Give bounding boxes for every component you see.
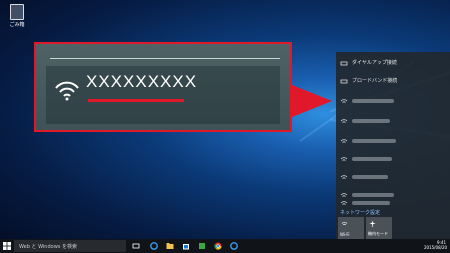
- recycle-bin-label: ごみ箱: [9, 22, 25, 28]
- task-view-icon[interactable]: [132, 242, 140, 250]
- wifi-tile-label: Wi-Fi: [340, 232, 350, 237]
- wifi-network-item[interactable]: [336, 92, 450, 111]
- wifi-icon: [55, 81, 79, 101]
- redacted-ssid: [352, 99, 394, 103]
- network-flyout: ダイヤルアップ接続 ブロードバンド接続 ネットワーク設定 Wi-Fi 機内モード: [336, 52, 450, 239]
- store-icon[interactable]: [182, 242, 190, 250]
- network-ssid: XXXXXXXXX: [86, 72, 198, 91]
- wifi-network-item[interactable]: [336, 132, 450, 151]
- clock-date: 2015/08/20: [424, 245, 448, 250]
- wifi-network-item[interactable]: [336, 168, 450, 187]
- wifi-icon: [341, 221, 348, 226]
- ssid-underline: [88, 99, 184, 102]
- wifi-network-item[interactable]: [336, 150, 450, 169]
- dialup-icon: [340, 79, 348, 84]
- edge-icon[interactable]: [150, 242, 158, 250]
- recycle-bin-icon: [10, 4, 24, 20]
- search-placeholder: Web と Windows を検索: [19, 244, 77, 250]
- file-explorer-icon[interactable]: [166, 242, 174, 250]
- app-icon[interactable]: [198, 242, 206, 250]
- dialup-icon: [340, 61, 348, 66]
- wifi-icon: [340, 201, 348, 205]
- pointer-arrow: [292, 85, 332, 117]
- airplane-mode-tile[interactable]: 機内モード: [366, 217, 392, 239]
- edge-icon[interactable]: [230, 242, 238, 250]
- redacted-ssid: [352, 201, 390, 205]
- network-settings-link[interactable]: ネットワーク設定: [340, 209, 380, 216]
- chrome-icon[interactable]: [214, 242, 222, 250]
- redacted-ssid: [352, 193, 394, 197]
- wifi-icon: [340, 99, 348, 103]
- wifi-icon: [340, 175, 348, 179]
- redacted-ssid: [352, 175, 388, 179]
- wifi-icon: [340, 157, 348, 161]
- redacted-ssid: [352, 157, 392, 161]
- airplane-mode-label: 機内モード: [368, 231, 388, 236]
- network-label: ブロードバンド接続: [352, 78, 398, 84]
- windows-start-icon[interactable]: [3, 242, 11, 250]
- system-clock[interactable]: 9:41 2015/08/20: [424, 240, 448, 250]
- zoomed-network-callout: XXXXXXXXX: [34, 42, 292, 132]
- wifi-network-item[interactable]: [336, 112, 450, 131]
- wifi-network-item[interactable]: [336, 198, 450, 208]
- taskbar: Web と Windows を検索 9:41 2015/08/20: [0, 239, 450, 253]
- redacted-ssid: [352, 139, 396, 143]
- redacted-ssid: [352, 119, 390, 123]
- zoom-divider: [50, 58, 280, 59]
- network-item-broadband[interactable]: ブロードバンド接続: [336, 72, 450, 91]
- wifi-tile[interactable]: Wi-Fi: [338, 217, 364, 239]
- wifi-icon: [340, 119, 348, 123]
- network-label: ダイヤルアップ接続: [352, 60, 397, 66]
- airplane-icon: [369, 220, 376, 227]
- network-item-dialup[interactable]: ダイヤルアップ接続: [336, 54, 450, 73]
- wifi-icon: [340, 139, 348, 143]
- taskbar-search-box[interactable]: Web と Windows を検索: [14, 240, 126, 252]
- recycle-bin[interactable]: ごみ箱: [6, 4, 28, 28]
- zoomed-network-item[interactable]: XXXXXXXXX: [46, 66, 280, 124]
